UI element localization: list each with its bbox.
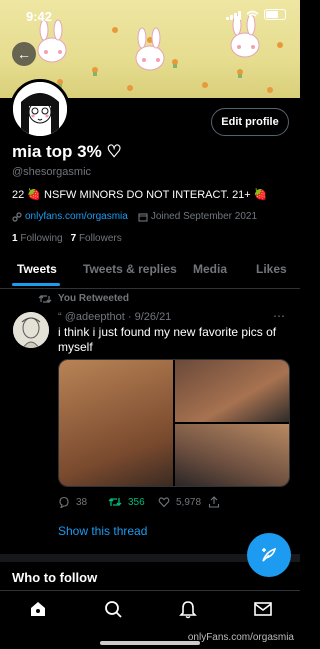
heart-icon: [158, 497, 170, 508]
retweet-icon: [108, 498, 122, 506]
profile-bio: 22 🍓 NSFW MINORS DO NOT INTERACT. 21+ 🍓: [12, 189, 268, 201]
back-button[interactable]: ←: [12, 42, 36, 66]
like-count: 5,978: [176, 496, 202, 508]
tweet-media-grid[interactable]: [58, 359, 290, 487]
tab-likes[interactable]: Likes: [256, 262, 287, 276]
tweet-text: i think i just found my new favorite pic…: [58, 325, 277, 354]
retweet-count: 356: [128, 496, 145, 508]
tab-media[interactable]: Media: [193, 262, 227, 276]
tweet-avatar[interactable]: [13, 312, 49, 348]
avatar-drawing: [13, 82, 67, 136]
retweet-icon: [38, 294, 52, 303]
reply-icon: [59, 496, 69, 508]
profile-link[interactable]: onlyfans.com/orgasmia: [25, 211, 128, 222]
tweet-author[interactable]: “ @adeepthot · 9/26/21: [58, 311, 171, 323]
following-stat[interactable]: 1 Following: [12, 233, 63, 244]
arrow-left-icon: ←: [17, 46, 31, 62]
compose-feather-icon: [262, 547, 277, 562]
home-icon[interactable]: [28, 599, 48, 619]
show-thread-link[interactable]: Show this thread: [58, 524, 147, 538]
tab-tweets-replies[interactable]: Tweets & replies: [83, 262, 177, 276]
tweet-photo[interactable]: [175, 360, 289, 422]
edit-profile-button[interactable]: Edit profile: [211, 108, 289, 136]
bottom-navigation: [0, 590, 300, 631]
wifi-icon: [246, 10, 259, 20]
like-button[interactable]: 5,978: [158, 496, 208, 508]
share-icon: [208, 496, 220, 508]
profile-name: mia top 3% ♡: [12, 142, 122, 161]
tab-tweets[interactable]: Tweets: [17, 262, 57, 276]
profile-handle: @shesorgasmic: [12, 166, 92, 178]
retweet-button[interactable]: 356: [108, 496, 158, 508]
retweet-note-text: You Retweeted: [58, 293, 129, 304]
who-to-follow-heading: Who to follow: [12, 570, 98, 585]
tweet-actions: 38 356 5,978: [58, 496, 258, 508]
followers-stat[interactable]: 7 Followers: [71, 233, 122, 244]
retweet-note: You Retweeted: [38, 293, 129, 304]
calendar-icon: [138, 212, 148, 222]
profile-meta: onlyfans.com/orgasmia Joined September 2…: [12, 211, 257, 222]
share-button[interactable]: [208, 496, 258, 508]
signal-icon: [226, 10, 241, 20]
reply-button[interactable]: 38: [58, 496, 108, 508]
active-tab-indicator: [12, 283, 60, 286]
tweet-photo[interactable]: [175, 424, 289, 486]
compose-tweet-button[interactable]: [247, 533, 291, 577]
tweet-avatar-drawing: [13, 312, 49, 348]
status-time: 9:42: [26, 9, 53, 24]
tweet-photo[interactable]: [59, 360, 173, 486]
profile-avatar[interactable]: [10, 79, 70, 139]
status-bar: 9:42: [0, 0, 300, 28]
watermark-text: onlyFans.com/orgasmia: [187, 632, 294, 643]
battery-icon: [264, 9, 286, 20]
joined-date: Joined September 2021: [150, 211, 258, 222]
status-icons: [226, 9, 286, 20]
home-indicator[interactable]: [100, 641, 200, 645]
link-icon: [12, 211, 22, 222]
reply-count: 38: [76, 496, 88, 508]
more-options-icon[interactable]: ⋯: [273, 309, 285, 323]
follow-stats: 1 Following 7 Followers: [12, 233, 122, 244]
search-icon[interactable]: [103, 599, 123, 619]
messages-envelope-icon[interactable]: [253, 599, 273, 619]
notifications-bell-icon[interactable]: [178, 599, 198, 619]
